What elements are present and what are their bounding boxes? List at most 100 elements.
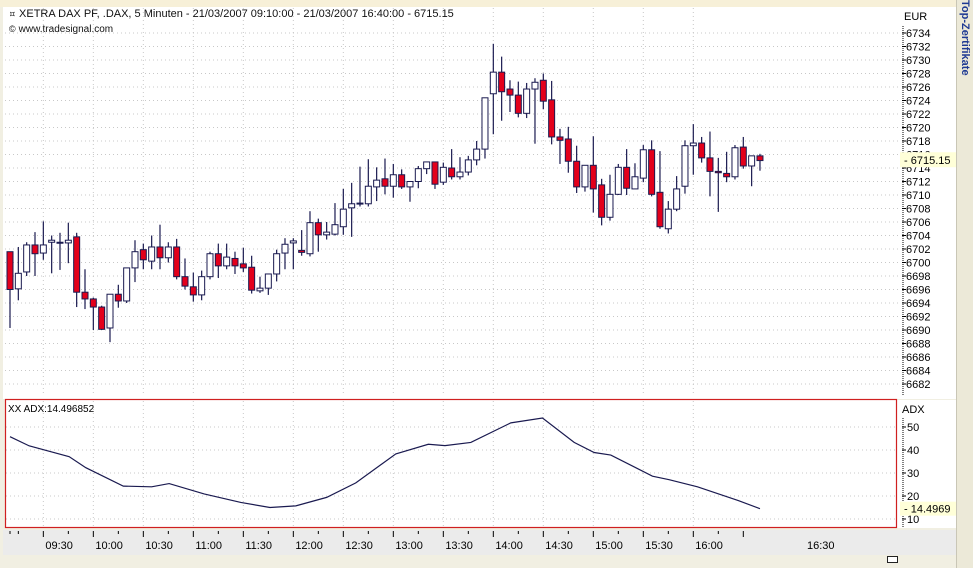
candle-body-up: [148, 246, 156, 262]
time-tick-label: 10:30: [145, 540, 173, 552]
candle-body-up: [523, 88, 531, 114]
price-tick-label: 6690: [906, 325, 930, 337]
candle-body-down: [506, 88, 514, 96]
candle: [731, 145, 739, 180]
candle-body-down: [314, 222, 322, 236]
candle-body-up: [306, 222, 314, 255]
chart-icon: ⯏: [9, 9, 17, 19]
candle-body-down: [556, 136, 564, 141]
candle-body-up: [406, 181, 414, 188]
source-link[interactable]: www.tradesignal.com: [19, 24, 113, 35]
candle-body-down: [648, 149, 656, 195]
chart-title-text: XETRA DAX PF, .DAX, 5 Minuten - 21/03/20…: [19, 8, 454, 20]
candle-body-up: [23, 244, 31, 273]
price-tick-label: 6708: [906, 204, 930, 216]
time-tick-label: 14:00: [495, 540, 523, 552]
candle-body-up: [681, 145, 689, 187]
candle-body-up: [489, 71, 497, 95]
candle-body-down: [739, 146, 747, 167]
copyright-icon: ©: [9, 24, 16, 34]
candle-body-down: [6, 251, 14, 290]
panel-resize-button[interactable]: [887, 556, 898, 563]
candle-body-up: [606, 193, 614, 218]
candle-body-up: [131, 251, 139, 269]
price-tick-label: 6732: [906, 42, 930, 54]
price-tick-label: 6704: [906, 231, 930, 243]
time-tick-label: 11:00: [195, 540, 222, 552]
candle: [98, 305, 106, 330]
price-tick-label: 6694: [906, 298, 930, 310]
price-tick-label: 6686: [906, 352, 930, 364]
candle-body-up: [106, 293, 114, 329]
candle-body-down: [714, 170, 722, 174]
candle-body-up: [414, 168, 422, 183]
candle-body-up: [273, 253, 281, 275]
candle-body-up: [348, 203, 356, 209]
chart-canvas[interactable]: 6734673267306728672667246722672067186716…: [0, 0, 956, 568]
candle: [639, 145, 647, 183]
candle-body-down: [214, 253, 222, 267]
candle-body-down: [173, 246, 181, 278]
price-tick-label: 6696: [906, 285, 930, 297]
price-tick-label: 6720: [906, 123, 930, 135]
candle-body-up: [56, 241, 64, 244]
time-tick-label-far: 16:30: [807, 540, 835, 552]
candle-body-up: [48, 239, 56, 243]
candle-body-up: [364, 185, 372, 205]
adx-last-value-label: - 14.4969: [904, 504, 950, 516]
candle-body-up: [389, 174, 397, 187]
candle-body-down: [298, 249, 306, 253]
candle-body-up: [464, 159, 472, 173]
candle-body-up: [439, 166, 447, 183]
candle-body-up: [264, 273, 272, 289]
candle-body-down: [73, 236, 81, 293]
time-tick-label: 15:00: [595, 540, 623, 552]
last-price-label: - 6715.15: [904, 155, 950, 167]
price-tick-label: 6710: [906, 190, 930, 202]
price-tick-label: 6688: [906, 339, 930, 351]
side-panel-label[interactable]: Top-Zertifikate: [959, 0, 971, 76]
candle-body-up: [331, 224, 339, 235]
price-tick-label: 6700: [906, 258, 930, 270]
candle-body-up: [748, 155, 756, 167]
candle-body-down: [539, 79, 547, 102]
candle-body-up: [64, 239, 72, 244]
adx-panel-bg: [5, 400, 956, 528]
candle-body-down: [431, 161, 439, 185]
candle: [614, 163, 622, 195]
candle-body-up: [631, 176, 639, 190]
side-panel[interactable]: Top-Zertifikate: [956, 0, 973, 568]
price-tick-label: 6712: [906, 177, 930, 189]
candle-body-up: [731, 147, 739, 178]
candle-body-up: [614, 166, 622, 195]
candle-body-up: [581, 164, 589, 188]
candle-body-down: [89, 298, 97, 308]
candle-body-up: [481, 97, 489, 150]
candle-body-down: [98, 306, 106, 330]
candle-body-up: [323, 231, 331, 236]
time-tick-label: 12:00: [295, 540, 323, 552]
time-tick-label: 14:30: [545, 540, 573, 552]
candle-body-down: [81, 291, 89, 300]
candle-body-up: [373, 179, 381, 188]
candle-body-up: [198, 276, 206, 296]
candle-body-up: [639, 149, 647, 179]
candle-body-up: [281, 243, 289, 254]
price-tick-label: 6682: [906, 379, 930, 391]
candle-body-up: [339, 208, 347, 228]
time-tick-label: 11:30: [245, 540, 272, 552]
candle-body-up: [164, 246, 172, 259]
adx-tick-label: 20: [907, 491, 919, 503]
time-tick-label: 15:30: [645, 540, 673, 552]
price-tick-label: 6724: [906, 96, 930, 108]
time-tick-label: 12:30: [345, 540, 373, 552]
candle-body-down: [181, 276, 189, 287]
source-line: © www.tradesignal.com: [9, 24, 113, 35]
time-tick-label: 13:30: [445, 540, 473, 552]
currency-label: EUR: [904, 11, 927, 23]
price-tick-label: 6702: [906, 244, 930, 256]
adx-axis-label: ADX: [902, 404, 925, 416]
candle-body-up: [456, 171, 464, 178]
price-panel-bg: [3, 7, 956, 399]
time-tick-label: 16:00: [695, 540, 723, 552]
